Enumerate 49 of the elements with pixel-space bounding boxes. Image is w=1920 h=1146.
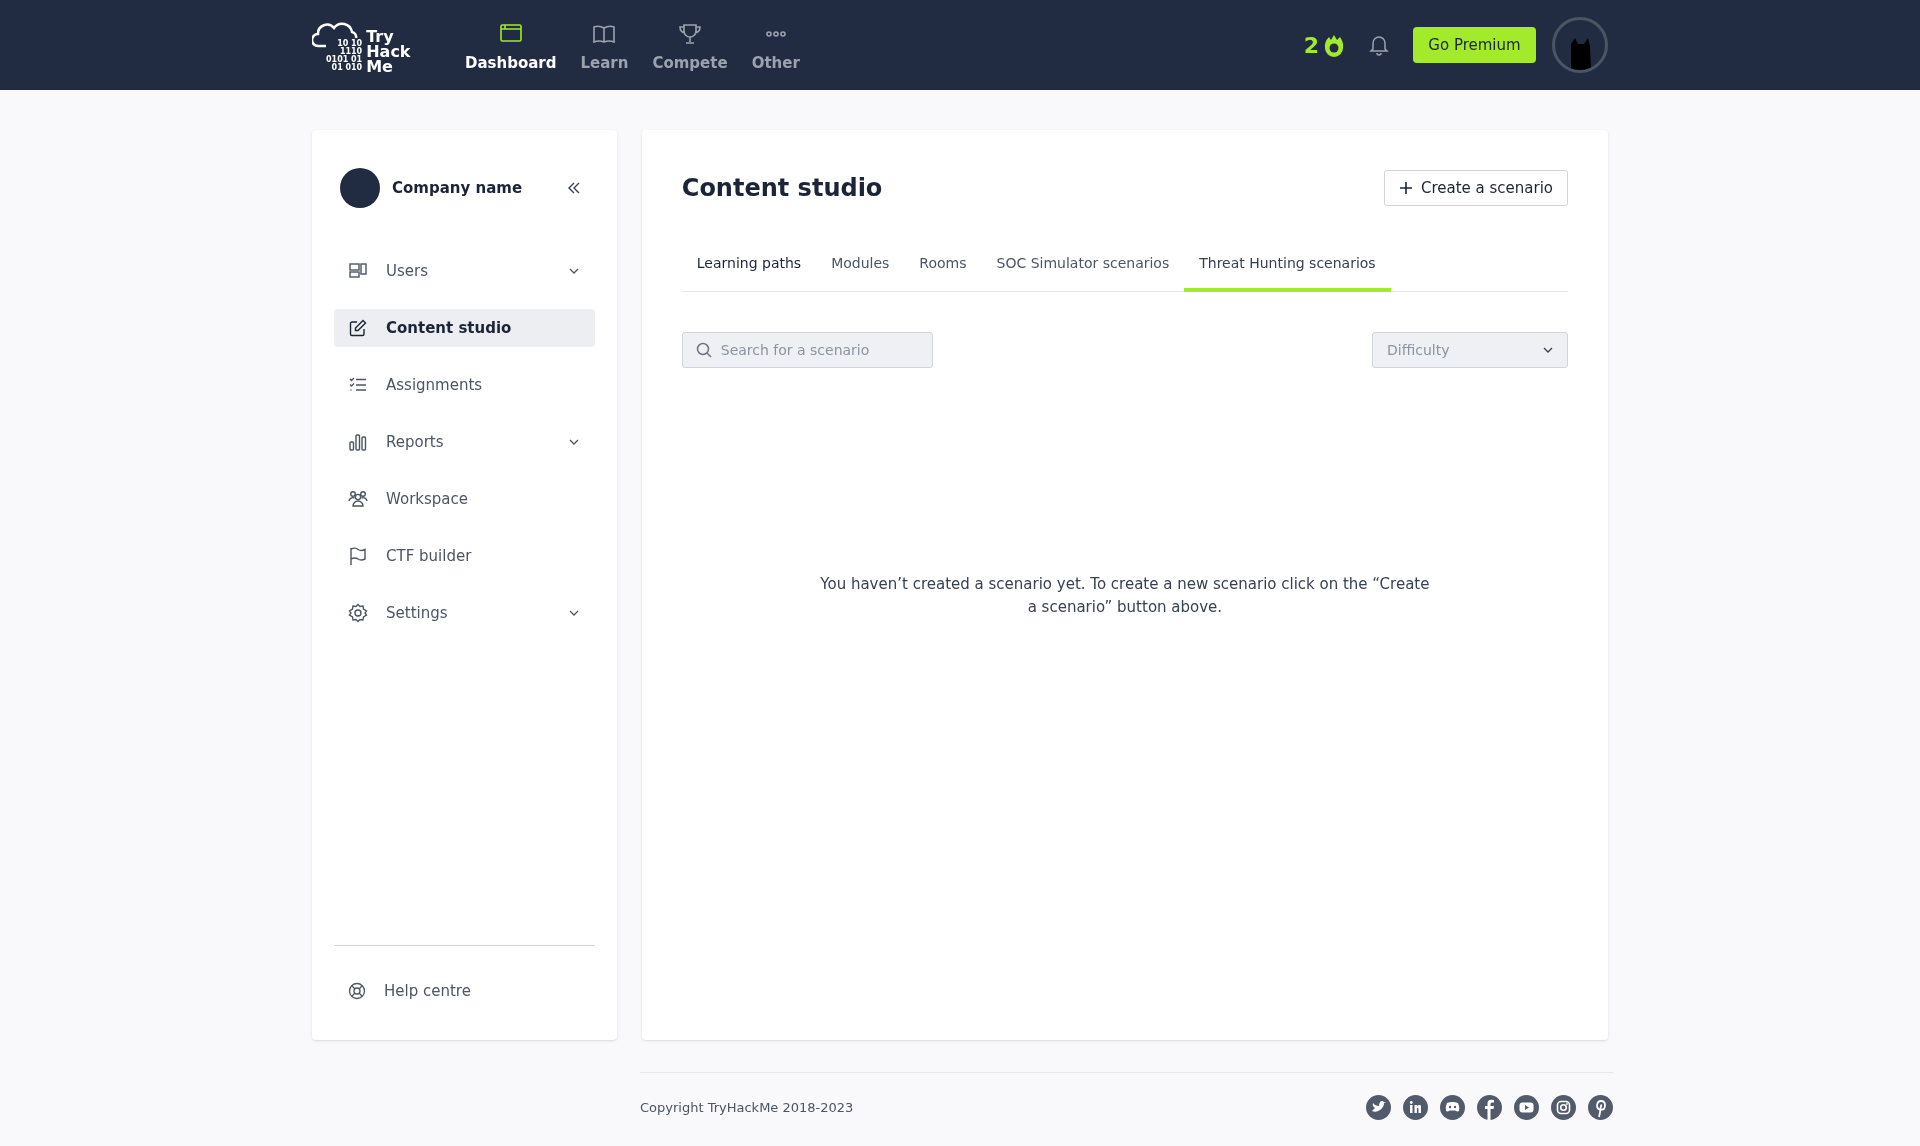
create-scenario-button[interactable]: Create a scenario xyxy=(1383,170,1568,206)
sidebar-item[interactable]: Workspace xyxy=(334,480,595,518)
people-icon xyxy=(348,489,368,509)
tab[interactable]: Rooms xyxy=(904,251,982,292)
empty-state-message: You haven’t created a scenario yet. To create a new scenario click on the “Create a scenario” button above. xyxy=(819,574,1431,618)
search-icon xyxy=(695,342,712,358)
nav-tab[interactable]: Learn xyxy=(576,15,633,75)
chevron-down-icon xyxy=(1543,347,1553,353)
help-centre-link[interactable]: Help centre xyxy=(384,979,471,1003)
play-button-icon[interactable] xyxy=(1514,1095,1539,1120)
sidebar-item[interactable]: Content studio xyxy=(334,309,595,347)
tab[interactable]: Threat Hunting scenarios xyxy=(1184,251,1391,292)
settings-icon xyxy=(348,603,368,623)
tab[interactable]: Learning paths xyxy=(681,251,817,292)
sidebar-item[interactable]: Assignments xyxy=(334,366,595,404)
edit-icon xyxy=(348,318,368,338)
page-title: Content studio xyxy=(681,173,883,204)
briefcase-network-icon[interactable] xyxy=(1403,1095,1428,1120)
nav-tab[interactable]: Compete xyxy=(648,15,732,75)
copyright-text: Copyright TryHackMe 2018-2023 xyxy=(640,1098,854,1117)
nav-tab[interactable]: Other xyxy=(747,15,804,75)
pin-icon[interactable] xyxy=(1588,1095,1613,1120)
collapse-icon[interactable] xyxy=(566,182,581,194)
lifebuoy-icon xyxy=(348,982,366,1000)
sidebar-item[interactable]: CTF builder xyxy=(334,537,595,575)
notification-bell-icon[interactable] xyxy=(1369,34,1389,56)
sidebar-item[interactable]: Settings xyxy=(334,594,595,632)
camera-icon[interactable] xyxy=(1551,1095,1576,1120)
flag-icon xyxy=(348,546,368,566)
bar-chart-icon xyxy=(348,432,368,452)
user-avatar[interactable] xyxy=(1552,17,1608,73)
go-premium-button[interactable]: Go Premium xyxy=(1413,27,1536,63)
facebook-icon[interactable] xyxy=(1477,1095,1502,1120)
company-avatar xyxy=(340,168,380,208)
bird-icon[interactable] xyxy=(1366,1095,1391,1120)
sidebar-item[interactable]: Users xyxy=(334,252,595,290)
nav-tab[interactable]: Dashboard xyxy=(461,15,561,75)
search-field[interactable]: Search for a scenario xyxy=(681,332,933,368)
layout-blocks-icon xyxy=(348,261,368,281)
company-name: Company name xyxy=(392,177,523,199)
streak-count: 2 xyxy=(1303,31,1319,60)
more-dots-icon xyxy=(765,30,786,37)
tab[interactable]: SOC Simulator scenarios xyxy=(981,251,1185,292)
gamepad-icon[interactable] xyxy=(1440,1095,1465,1120)
tab[interactable]: Modules xyxy=(816,251,905,292)
plus-icon xyxy=(1398,181,1413,195)
flame-icon xyxy=(1323,33,1345,57)
trophy-icon xyxy=(677,21,703,46)
sidebar-item[interactable]: Reports xyxy=(334,423,595,461)
